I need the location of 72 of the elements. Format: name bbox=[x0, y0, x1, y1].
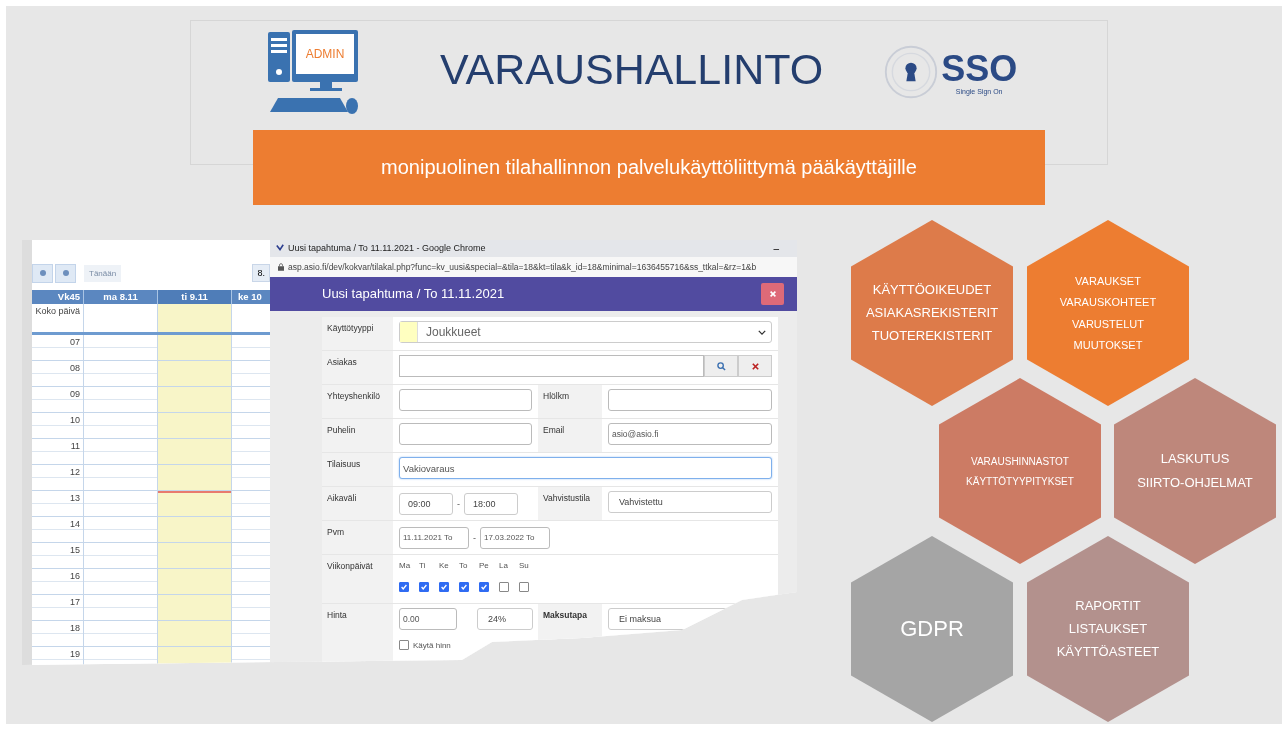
weekday-label: Ke bbox=[439, 561, 449, 570]
start-time-select[interactable]: 09:00 bbox=[399, 492, 453, 515]
weekday-label: Ti bbox=[419, 561, 426, 570]
hexagon-label: VARAUSKOHTEET bbox=[1059, 296, 1157, 309]
weekday-label: Ma bbox=[399, 561, 411, 570]
hexagon-label: VARAUKSET bbox=[1075, 275, 1141, 288]
column-header: ti 9.11 bbox=[157, 290, 231, 304]
weekday-label: Su bbox=[519, 561, 529, 570]
hour-label: 09 bbox=[69, 388, 81, 401]
price-field[interactable]: 0.00 bbox=[399, 608, 457, 630]
hexagon-label: LISTAUKSET bbox=[1068, 621, 1148, 637]
hexagon-label: SIIRTO-OHJELMAT bbox=[1137, 475, 1253, 490]
hexagon-label: KÄYTTÖTYYPITYKSET bbox=[966, 475, 1074, 487]
hexagon-label: TUOTEREKISTERIT bbox=[871, 329, 993, 344]
hour-label: 17 bbox=[69, 596, 81, 609]
hexagon-label: VARAUSHINNASTOT bbox=[971, 455, 1069, 467]
field-label: Pvm bbox=[322, 521, 393, 554]
field-label: Puhelin bbox=[322, 419, 393, 452]
all-day-label: Koko päivä bbox=[34, 305, 81, 318]
address-bar[interactable]: asp.asio.fi/dev/kokvar/tilakal.php?func=kv_uusi&special=&tila=18&kt=tila&k_id=18&minimal=1636455716&ss_ttkal=&rz=1&b bbox=[270, 256, 797, 277]
hexagon-label: GDPR bbox=[900, 616, 964, 642]
input-field[interactable]: asio@asio.fi bbox=[608, 423, 772, 445]
hour-label: 15 bbox=[69, 544, 81, 557]
end-date-field[interactable]: 17.03.2022 To bbox=[480, 526, 550, 549]
status-select[interactable]: Vahvistettu bbox=[608, 491, 772, 513]
field-label: Aikaväli bbox=[322, 487, 393, 520]
input-field[interactable]: Vakiovaraus bbox=[399, 457, 772, 479]
hour-label: 08 bbox=[69, 362, 81, 375]
field-label: Viikonpäivät bbox=[322, 555, 393, 603]
range-dash: - bbox=[457, 498, 460, 509]
start-date-field[interactable]: 11.11.2021 To bbox=[399, 526, 469, 549]
weekday-label: To bbox=[459, 561, 468, 570]
vat-select[interactable]: 24% bbox=[477, 608, 533, 630]
column-header: Vk45 bbox=[56, 290, 81, 304]
hour-label: 16 bbox=[69, 570, 81, 583]
hexagon-label: KÄYTTÖOIKEUDET bbox=[872, 282, 992, 297]
field-label: Käyttötyyppi bbox=[322, 317, 393, 350]
hour-label: 18 bbox=[69, 622, 81, 635]
minimize-button[interactable]: – bbox=[773, 242, 779, 254]
field-label: Yhteyshenkilö bbox=[322, 385, 393, 418]
range-dash: - bbox=[473, 532, 476, 543]
field-label: Email bbox=[538, 419, 602, 452]
field-label: Hinta bbox=[322, 604, 393, 664]
hexagon-label: LASKUTUS bbox=[1160, 452, 1230, 467]
hour-label: 14 bbox=[69, 518, 81, 531]
type-select[interactable]: Joukkueet bbox=[399, 321, 772, 343]
hour-label: 19 bbox=[69, 648, 81, 661]
weekday-label: Pe bbox=[479, 561, 489, 570]
hour-label: 10 bbox=[69, 414, 81, 427]
hour-label: 07 bbox=[69, 336, 81, 349]
field-label: Asiakas bbox=[322, 351, 393, 384]
hour-label: 11 bbox=[69, 440, 81, 453]
weekday-label: La bbox=[499, 561, 508, 570]
date-button[interactable]: 8. bbox=[252, 264, 270, 282]
field-label: Vahvistustila bbox=[538, 487, 602, 520]
end-time-select[interactable]: 18:00 bbox=[464, 492, 518, 515]
hexagon-label: ASIAKASREKISTERIT bbox=[865, 305, 999, 321]
hexagon-label: MUUTOKSET bbox=[1073, 338, 1143, 351]
hexagon-label: RAPORTIT bbox=[1075, 598, 1141, 613]
window-title: Uusi tapahtuma / To 11.11.2021 - Google Chrome bbox=[288, 243, 486, 254]
option-label: Käytä hinn bbox=[413, 640, 451, 650]
page-title: VARAUSHALLINTO bbox=[440, 44, 824, 95]
sso-logo-text: SSO bbox=[941, 49, 1018, 88]
field-label: Hlölkm bbox=[538, 385, 602, 418]
url-text: asp.asio.fi/dev/kokvar/tilakal.php?func=kv_uusi&special=&tila=18&kt=tila&k_id=18&minimal=1636455716&ss_ttkal=&rz=1&b bbox=[288, 261, 757, 272]
field-label: Tilaisuus bbox=[322, 453, 393, 486]
hexagon-label: KÄYTTÖASTEET bbox=[1056, 645, 1160, 660]
dialog-title: Uusi tapahtuma / To 11.11.2021 bbox=[322, 286, 505, 302]
hour-label: 12 bbox=[69, 466, 81, 479]
tagline-banner: monipuolinen tilahallinnon palvelukäyttöliittymä pääkäyttäjille bbox=[253, 130, 1045, 205]
hour-label: 13 bbox=[69, 492, 81, 505]
hexagon-label: VARUSTELUT bbox=[1072, 317, 1144, 330]
